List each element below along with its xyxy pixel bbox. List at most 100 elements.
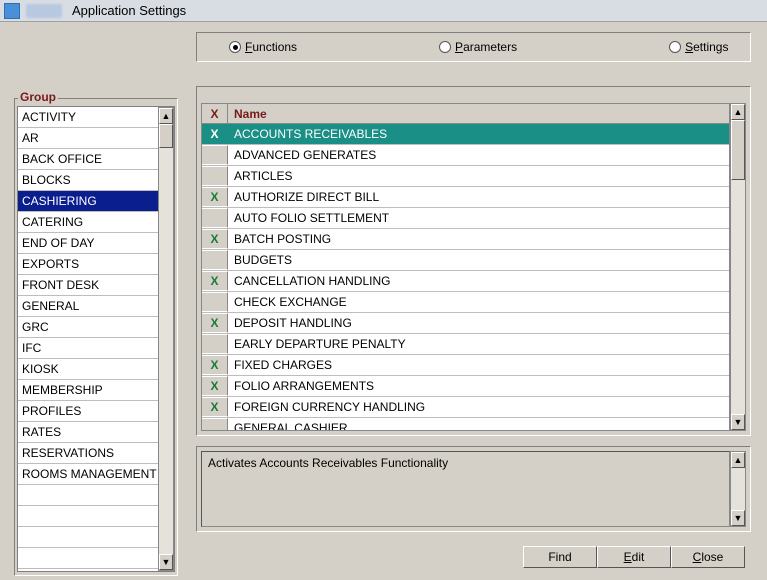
window-title: Application Settings — [72, 3, 186, 18]
button-label: Edit — [624, 550, 645, 564]
group-row[interactable] — [18, 485, 158, 506]
table-row[interactable]: XFOLIO ARRANGEMENTS — [202, 376, 729, 397]
table-row[interactable]: XCANCELLATION HANDLING — [202, 271, 729, 292]
group-row[interactable] — [18, 506, 158, 527]
group-row[interactable]: FRONT DESK — [18, 275, 158, 296]
name-table[interactable]: X Name XACCOUNTS RECEIVABLESADVANCED GEN… — [201, 103, 730, 431]
name-cell: FOLIO ARRANGEMENTS — [228, 376, 729, 396]
radio-icon — [229, 41, 241, 53]
x-cell — [202, 334, 228, 354]
radio-icon — [669, 41, 681, 53]
group-row[interactable]: CATERING — [18, 212, 158, 233]
group-row[interactable]: CASHIERING — [18, 191, 158, 212]
radio-label: Parameters — [455, 40, 517, 54]
table-row[interactable]: CHECK EXCHANGE — [202, 292, 729, 313]
scroll-down-icon[interactable]: ▼ — [731, 414, 745, 430]
name-cell: BUDGETS — [228, 250, 729, 270]
name-cell: ARTICLES — [228, 166, 729, 186]
radio-icon — [439, 41, 451, 53]
find-button[interactable]: Find — [523, 546, 597, 568]
name-cell: ADVANCED GENERATES — [228, 145, 729, 165]
x-cell: X — [202, 313, 228, 333]
scroll-thumb[interactable] — [159, 124, 173, 148]
group-row[interactable]: BACK OFFICE — [18, 149, 158, 170]
scroll-up-icon[interactable]: ▲ — [731, 452, 745, 468]
group-scrollbar[interactable]: ▲ ▼ — [158, 107, 174, 571]
table-row[interactable]: EARLY DEPARTURE PENALTY — [202, 334, 729, 355]
name-cell: DEPOSIT HANDLING — [228, 313, 729, 333]
x-cell — [202, 292, 228, 312]
scroll-down-icon[interactable]: ▼ — [731, 510, 745, 526]
table-row[interactable]: XACCOUNTS RECEIVABLES — [202, 124, 729, 145]
x-cell — [202, 166, 228, 186]
group-list[interactable]: ACTIVITYARBACK OFFICEBLOCKSCASHIERINGCAT… — [17, 106, 175, 572]
name-scrollbar[interactable]: ▲ ▼ — [730, 103, 746, 431]
group-row[interactable]: GRC — [18, 317, 158, 338]
group-row[interactable]: GENERAL — [18, 296, 158, 317]
table-row[interactable]: ADVANCED GENERATES — [202, 145, 729, 166]
app-icon — [4, 3, 20, 19]
name-cell: BATCH POSTING — [228, 229, 729, 249]
radio-label: Settings — [685, 40, 728, 54]
view-radio-group: Functions Parameters Settings — [196, 32, 751, 62]
group-row[interactable]: AR — [18, 128, 158, 149]
group-row[interactable]: KIOSK — [18, 359, 158, 380]
table-row[interactable]: XDEPOSIT HANDLING — [202, 313, 729, 334]
group-row[interactable]: END OF DAY — [18, 233, 158, 254]
scroll-up-icon[interactable]: ▲ — [159, 108, 173, 124]
button-label: Close — [693, 550, 724, 564]
name-cell: CHECK EXCHANGE — [228, 292, 729, 312]
group-row[interactable]: RATES — [18, 422, 158, 443]
name-cell: FOREIGN CURRENCY HANDLING — [228, 397, 729, 417]
name-panel: X Name XACCOUNTS RECEIVABLESADVANCED GEN… — [196, 86, 751, 436]
table-row[interactable]: AUTO FOLIO SETTLEMENT — [202, 208, 729, 229]
name-cell: ACCOUNTS RECEIVABLES — [228, 124, 729, 144]
x-cell: X — [202, 187, 228, 207]
scroll-up-icon[interactable]: ▲ — [731, 104, 745, 120]
col-header-name[interactable]: Name — [228, 104, 729, 124]
group-row[interactable]: RESERVATIONS — [18, 443, 158, 464]
col-header-x[interactable]: X — [202, 104, 228, 124]
group-row[interactable] — [18, 548, 158, 569]
group-row[interactable]: PROFILES — [18, 401, 158, 422]
name-cell: CANCELLATION HANDLING — [228, 271, 729, 291]
table-row[interactable]: BUDGETS — [202, 250, 729, 271]
radio-parameters[interactable]: Parameters — [433, 40, 523, 54]
group-row[interactable]: BLOCKS — [18, 170, 158, 191]
x-cell: X — [202, 229, 228, 249]
scroll-thumb[interactable] — [731, 120, 745, 180]
name-cell: AUTO FOLIO SETTLEMENT — [228, 208, 729, 228]
radio-functions[interactable]: Functions — [223, 40, 303, 54]
scroll-down-icon[interactable]: ▼ — [159, 554, 173, 570]
table-row[interactable]: XFIXED CHARGES — [202, 355, 729, 376]
description-scrollbar[interactable]: ▲ ▼ — [730, 451, 746, 527]
titlebar: Application Settings — [0, 0, 767, 22]
radio-settings[interactable]: Settings — [663, 40, 734, 54]
description-panel: Activates Accounts Receivables Functiona… — [196, 446, 751, 532]
group-row[interactable]: ROOMS MANAGEMENT — [18, 464, 158, 485]
name-cell: FIXED CHARGES — [228, 355, 729, 375]
table-row[interactable]: GENERAL CASHIER — [202, 418, 729, 430]
x-cell — [202, 418, 228, 430]
group-row[interactable]: ACTIVITY — [18, 107, 158, 128]
x-cell — [202, 208, 228, 228]
group-row[interactable]: EXPORTS — [18, 254, 158, 275]
table-row[interactable]: XFOREIGN CURRENCY HANDLING — [202, 397, 729, 418]
x-cell: X — [202, 397, 228, 417]
group-row[interactable]: IFC — [18, 338, 158, 359]
x-cell — [202, 145, 228, 165]
x-cell: X — [202, 376, 228, 396]
name-cell: EARLY DEPARTURE PENALTY — [228, 334, 729, 354]
edit-button[interactable]: Edit — [597, 546, 671, 568]
radio-label: Functions — [245, 40, 297, 54]
name-cell: GENERAL CASHIER — [228, 418, 729, 430]
table-row[interactable]: XAUTHORIZE DIRECT BILL — [202, 187, 729, 208]
table-row[interactable]: XBATCH POSTING — [202, 229, 729, 250]
table-row[interactable]: ARTICLES — [202, 166, 729, 187]
button-label: Find — [548, 550, 571, 564]
group-row[interactable]: MEMBERSHIP — [18, 380, 158, 401]
app-name-blurred — [26, 4, 62, 18]
close-button[interactable]: Close — [671, 546, 745, 568]
x-cell: X — [202, 355, 228, 375]
group-row[interactable] — [18, 527, 158, 548]
